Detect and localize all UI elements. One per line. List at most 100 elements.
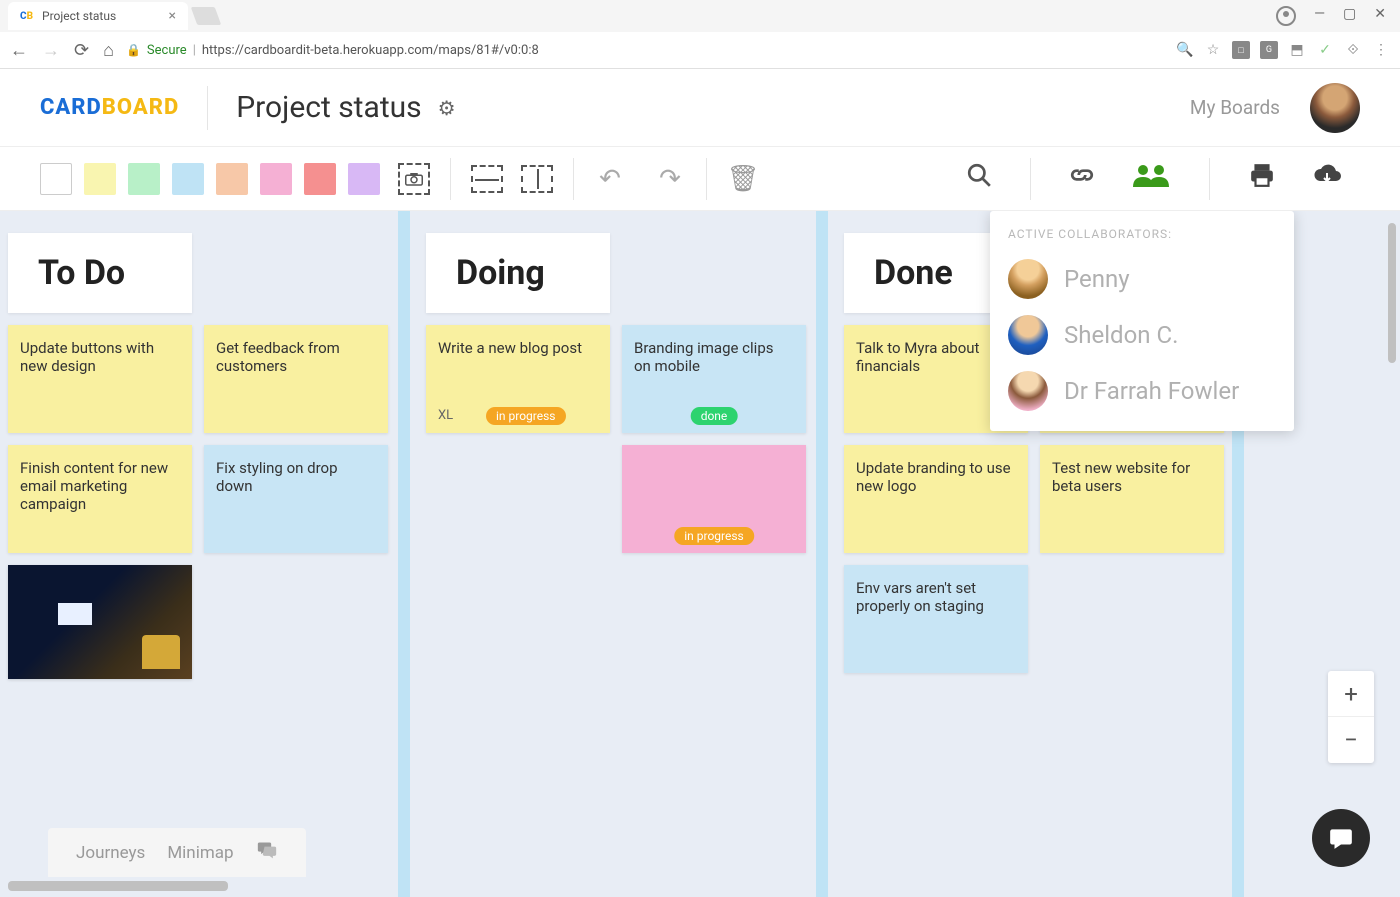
collaborators-popover: ACTIVE COLLABORATORS: Penny Sheldon C. D…	[990, 211, 1294, 431]
scrollbar-horizontal[interactable]	[8, 881, 228, 891]
settings-icon[interactable]: ⚙	[438, 96, 456, 120]
menu-icon[interactable]: ⋮	[1372, 41, 1390, 59]
ext-1-icon[interactable]: □	[1232, 41, 1250, 59]
minimap-tab[interactable]: Minimap	[167, 843, 233, 863]
forward-icon: →	[42, 40, 60, 61]
collaborator-item[interactable]: Sheldon C.	[1008, 307, 1276, 363]
swatch-blue[interactable]	[172, 163, 204, 195]
card[interactable]: Write a new blog post XL in progress	[426, 325, 610, 433]
swatch-green[interactable]	[128, 163, 160, 195]
window-controls: — ▢ ✕	[1276, 6, 1400, 26]
chat-button[interactable]	[1312, 809, 1370, 867]
back-icon[interactable]: ←	[10, 40, 28, 61]
print-icon	[1248, 162, 1276, 188]
status-pill: done	[691, 407, 738, 425]
zoom-icon[interactable]: 🔍	[1176, 41, 1194, 59]
download-button[interactable]	[1294, 163, 1360, 194]
column-header[interactable]: Doing	[426, 233, 610, 313]
profile-icon[interactable]	[1276, 6, 1296, 26]
new-tab-button[interactable]	[191, 7, 222, 25]
ext-g-icon[interactable]: G	[1260, 41, 1278, 59]
collaborator-item[interactable]: Penny	[1008, 251, 1276, 307]
close-window-icon[interactable]: ✕	[1374, 6, 1386, 26]
secure-label: Secure	[147, 43, 187, 58]
card-image[interactable]	[8, 565, 192, 679]
card[interactable]: Test new website for beta users	[1040, 445, 1224, 553]
browser-chrome: CB Project status × — ▢ ✕ ← → ⟳ ⌂ 🔒 Secu…	[0, 0, 1400, 69]
scrollbar-vertical[interactable]	[1388, 223, 1396, 363]
link-icon	[1069, 162, 1095, 188]
swatch-purple[interactable]	[348, 163, 380, 195]
camera-icon	[405, 172, 423, 186]
add-column-button[interactable]	[521, 165, 553, 193]
delete-button[interactable]: 🗑	[727, 163, 759, 195]
logo[interactable]: CARDBOARD	[40, 95, 179, 120]
card[interactable]: Branding image clips on mobile done	[622, 325, 806, 433]
address-bar: ← → ⟳ ⌂ 🔒 Secure | https://cardboardit-b…	[0, 32, 1400, 68]
people-icon	[1131, 162, 1171, 188]
popover-title: ACTIVE COLLABORATORS:	[1008, 227, 1276, 241]
cloud-download-icon	[1312, 163, 1342, 187]
undo-button[interactable]: ↶	[594, 163, 626, 195]
avatar	[1008, 259, 1048, 299]
redo-button[interactable]: ↷	[654, 163, 686, 195]
tab-favicon: CB	[20, 9, 34, 23]
url-text: https://cardboardit-beta.herokuapp.com/m…	[202, 43, 539, 58]
minimize-icon[interactable]: —	[1314, 6, 1325, 26]
board-area[interactable]: To Do Update buttons with new design Get…	[0, 211, 1400, 897]
card[interactable]: Finish content for new email marketing c…	[8, 445, 192, 553]
lane-divider	[816, 211, 828, 897]
swatch-white[interactable]	[40, 163, 72, 195]
color-swatches	[40, 163, 380, 195]
card[interactable]: in progress	[622, 445, 806, 553]
ext-3-icon[interactable]: ✓	[1316, 41, 1334, 59]
comments-icon[interactable]	[256, 840, 278, 865]
add-row-button[interactable]	[471, 165, 503, 193]
bottom-tabs: Journeys Minimap	[48, 828, 306, 877]
status-pill: in progress	[486, 407, 566, 425]
camera-button[interactable]	[398, 163, 430, 195]
column-todo: To Do Update buttons with new design Get…	[8, 223, 408, 691]
collaborators-button[interactable]	[1113, 162, 1189, 195]
zoom-out-button[interactable]: −	[1328, 717, 1374, 763]
search-icon	[966, 162, 992, 188]
swatch-red[interactable]	[304, 163, 336, 195]
browser-tab[interactable]: CB Project status ×	[8, 2, 188, 30]
print-button[interactable]	[1230, 162, 1294, 195]
lock-icon: 🔒	[126, 43, 141, 57]
avatar	[1008, 371, 1048, 411]
maximize-icon[interactable]: ▢	[1343, 6, 1356, 26]
card[interactable]: Fix styling on drop down	[204, 445, 388, 553]
swatch-yellow[interactable]	[84, 163, 116, 195]
url-field[interactable]: 🔒 Secure | https://cardboardit-beta.hero…	[126, 43, 1164, 58]
ext-2-icon[interactable]: ⬒	[1288, 41, 1306, 59]
ext-4-icon[interactable]: ⟐	[1344, 41, 1362, 59]
user-avatar[interactable]	[1310, 83, 1360, 133]
swatch-pink[interactable]	[260, 163, 292, 195]
swatch-orange[interactable]	[216, 163, 248, 195]
reload-icon[interactable]: ⟳	[74, 40, 89, 61]
card[interactable]: Env vars aren't set properly on staging	[844, 565, 1028, 673]
tab-close-icon[interactable]: ×	[169, 8, 176, 24]
card[interactable]: Get feedback from customers	[204, 325, 388, 433]
column-header[interactable]: To Do	[8, 233, 192, 313]
status-pill: in progress	[674, 527, 754, 545]
collaborator-item[interactable]: Dr Farrah Fowler	[1008, 363, 1276, 419]
star-icon[interactable]: ☆	[1204, 41, 1222, 59]
divider	[207, 86, 208, 130]
link-button[interactable]	[1051, 162, 1113, 195]
tab-title: Project status	[42, 9, 116, 23]
card[interactable]: Update branding to use new logo	[844, 445, 1028, 553]
my-boards-link[interactable]: My Boards	[1190, 96, 1280, 119]
home-icon[interactable]: ⌂	[103, 40, 114, 61]
board-title[interactable]: Project status	[236, 90, 421, 125]
toolbar: ↶ ↷ 🗑	[0, 147, 1400, 211]
card[interactable]: Update buttons with new design	[8, 325, 192, 433]
journeys-tab[interactable]: Journeys	[76, 843, 145, 863]
chat-icon	[1328, 825, 1354, 851]
avatar	[1008, 315, 1048, 355]
card-size: XL	[438, 408, 453, 423]
zoom-in-button[interactable]: +	[1328, 671, 1374, 717]
zoom-controls: + −	[1328, 671, 1374, 763]
search-button[interactable]	[948, 162, 1010, 195]
